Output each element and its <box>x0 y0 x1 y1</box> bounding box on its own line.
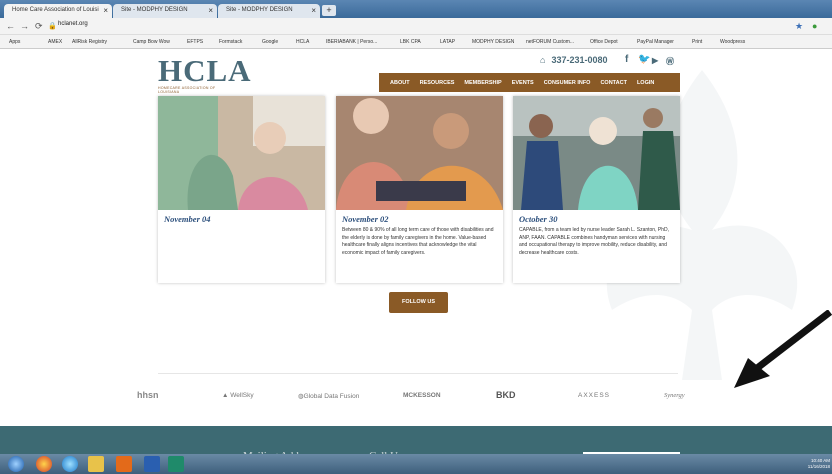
system-clock[interactable]: 10:40 AM 11/16/2018 <box>808 458 830 470</box>
lock-icon: 🔒 <box>48 23 57 30</box>
menu-about[interactable]: ABOUT <box>390 80 410 86</box>
news-card[interactable]: November 02 Between 80 & 90% of all long… <box>336 96 503 283</box>
news-card-text: Between 80 & 90% of all long term care o… <box>342 227 494 256</box>
bookmark-print[interactable]: Print <box>692 39 702 45</box>
publisher-icon[interactable] <box>168 456 184 472</box>
arrow-annotation <box>734 310 832 388</box>
phone-text: 337-231-0080 <box>551 55 608 65</box>
bookmark-office-depot[interactable]: Office Depot <box>590 39 618 45</box>
news-card-date[interactable]: November 04 <box>164 214 211 224</box>
home-icon: ⌂ <box>540 55 546 65</box>
forward-icon[interactable]: → <box>20 21 29 31</box>
follow-us-button[interactable]: FOLLOW US <box>389 292 448 313</box>
address-bar: ← → ⟳ 🔒 hclanet.org ★ ● <box>0 18 832 35</box>
bookmark-lbk-cpa[interactable]: LBK CPA <box>400 39 421 45</box>
bookmark-woodpress[interactable]: Woodpress <box>720 39 745 45</box>
logo-text: HCLA <box>158 53 252 88</box>
partner-label: WellSky <box>230 392 254 399</box>
bookmark-allrisk[interactable]: AllRisk Registry <box>72 39 107 45</box>
partner-label: Global Data Fusion <box>303 393 360 400</box>
close-icon[interactable]: × <box>103 6 108 15</box>
bookmark-eftps[interactable]: EFTPS <box>187 39 203 45</box>
twitter-icon[interactable]: 🐦 <box>638 54 650 65</box>
close-icon[interactable]: × <box>311 6 316 15</box>
outlook-icon[interactable] <box>116 456 132 472</box>
tab-modphy-1[interactable]: Site - MODPHY DESIGN × <box>113 4 217 18</box>
extension-icon[interactable]: ● <box>812 21 817 31</box>
menu-resources[interactable]: RESOURCES <box>420 80 455 86</box>
tab-label: Site - MODPHY DESIGN <box>121 7 188 13</box>
news-card-image <box>336 96 503 210</box>
browser-tab-bar: Home Care Association of Louisi × Site - … <box>0 0 832 18</box>
bookmark-iberiabank[interactable]: IBERIABANK | Perso... <box>326 39 377 45</box>
bookmark-apps[interactable]: Apps <box>9 39 20 45</box>
new-tab-button[interactable]: + <box>322 5 336 16</box>
clock-date: 11/16/2018 <box>807 464 830 469</box>
wordpress-icon[interactable]: Ⓦ <box>666 56 674 67</box>
hcla-logo[interactable]: HCLA HOMECARE ASSOCIATION OF LOUISIANA <box>158 53 252 94</box>
bookmark-formstack[interactable]: Formstack <box>219 39 242 45</box>
partner-logo[interactable]: AXXESS <box>578 392 610 399</box>
menu-consumer-info[interactable]: CONSUMER INFO <box>544 80 591 86</box>
facebook-icon[interactable]: f <box>625 54 628 65</box>
start-button[interactable] <box>8 456 24 472</box>
menu-login[interactable]: LOGIN <box>637 80 654 86</box>
close-icon[interactable]: × <box>208 6 213 15</box>
bookmark-hcla[interactable]: HCLA <box>296 39 309 45</box>
chrome-icon[interactable] <box>36 456 52 472</box>
partner-logo[interactable]: BKD <box>496 390 516 400</box>
tab-hcla[interactable]: Home Care Association of Louisi × <box>4 4 112 18</box>
internet-explorer-icon[interactable] <box>62 456 78 472</box>
bookmark-latap[interactable]: LATAP <box>440 39 455 45</box>
word-icon[interactable] <box>144 456 160 472</box>
news-card-image <box>513 96 680 210</box>
tab-modphy-2[interactable]: Site - MODPHY DESIGN × <box>218 4 320 18</box>
bookmark-camp-bow-wow[interactable]: Camp Bow Wow <box>133 39 170 45</box>
news-card-text: CAPABLE, from a team led by nurse leader… <box>519 227 669 256</box>
news-card-image <box>158 96 325 210</box>
tab-label: Site - MODPHY DESIGN <box>226 7 293 13</box>
main-menu: ABOUT RESOURCES MEMBERSHIP EVENTS CONSUM… <box>379 73 680 92</box>
menu-membership[interactable]: MEMBERSHIP <box>464 80 501 86</box>
youtube-icon[interactable]: ▶ <box>652 56 658 65</box>
news-card-date[interactable]: October 30 <box>519 214 557 224</box>
star-icon[interactable]: ★ <box>795 21 803 32</box>
bookmark-google[interactable]: Google <box>262 39 278 45</box>
bookmark-modphy[interactable]: MODPHY DESIGN <box>472 39 514 45</box>
news-card[interactable]: October 30 CAPABLE, from a team led by n… <box>513 96 680 283</box>
news-card-date[interactable]: November 02 <box>342 214 389 224</box>
partner-logo[interactable]: Synergy <box>664 392 685 399</box>
file-explorer-icon[interactable] <box>88 456 104 472</box>
site-footer: Mailing Address Call Us <box>0 426 832 462</box>
reload-icon[interactable]: ⟳ <box>35 21 43 32</box>
menu-events[interactable]: EVENTS <box>512 80 534 86</box>
bookmark-paypal[interactable]: PayPal Manager <box>637 39 674 45</box>
windows-taskbar: 10:40 AM 11/16/2018 <box>0 454 832 474</box>
tab-label: Home Care Association of Louisi <box>12 7 99 13</box>
partner-logo[interactable]: hhsn <box>137 390 159 400</box>
partner-logo[interactable]: ▲ WellSky <box>222 392 254 399</box>
divider <box>158 373 678 374</box>
menu-contact[interactable]: CONTACT <box>600 80 626 86</box>
phone-number[interactable]: ⌂ 337-231-0080 <box>540 55 608 65</box>
bookmark-netforum[interactable]: netFORUM Custom... <box>526 39 574 45</box>
bookmarks-bar: Apps AMEX AllRisk Registry Camp Bow Wow … <box>0 35 832 49</box>
back-icon[interactable]: ← <box>6 21 15 31</box>
partner-logo[interactable]: ◍Global Data Fusion <box>298 392 359 400</box>
mountain-icon: ▲ <box>222 392 229 399</box>
url-field[interactable]: hclanet.org <box>58 21 88 27</box>
news-card[interactable]: November 04 <box>158 96 325 283</box>
partner-logo[interactable]: MCKESSON <box>403 392 441 399</box>
bookmark-amex[interactable]: AMEX <box>48 39 62 45</box>
